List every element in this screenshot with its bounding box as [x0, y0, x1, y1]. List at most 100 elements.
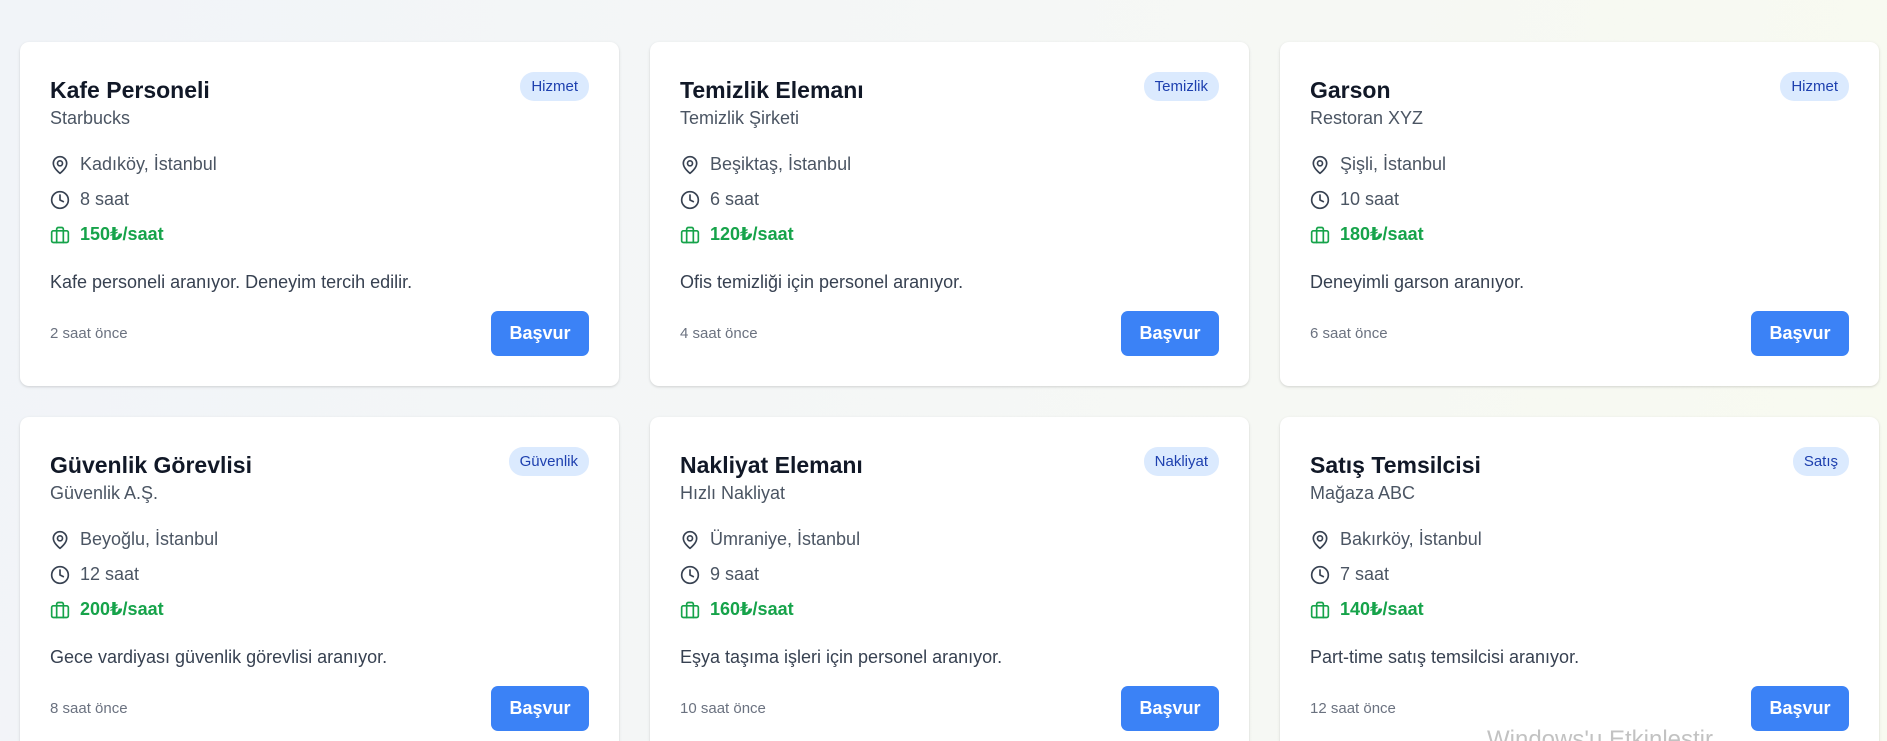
wage-text: 150₺/saat: [80, 224, 164, 244]
hours-text: 7 saat: [1340, 564, 1390, 584]
card-footer: 6 saat önce Başvur: [1310, 311, 1849, 356]
map-pin-icon: [1310, 530, 1330, 550]
wage-row: 140₺/saat: [1310, 592, 1849, 627]
briefcase-icon: [1310, 600, 1330, 620]
posted-time: 8 saat önce: [50, 700, 128, 717]
location-row: Şişli, İstanbul: [1310, 147, 1849, 182]
wage-text: 180₺/saat: [1340, 224, 1424, 244]
location-row: Bakırköy, İstanbul: [1310, 522, 1849, 557]
company-name: Hızlı Nakliyat: [680, 483, 786, 503]
card-footer: 2 saat önce Başvur: [50, 311, 589, 356]
job-card-grid: Hizmet Kafe Personeli Starbucks Kadıköy,…: [20, 42, 1882, 741]
wage-row: 150₺/saat: [50, 217, 589, 252]
job-description: Gece vardiyası güvenlik görevlisi aranıy…: [50, 647, 388, 667]
location-row: Beşiktaş, İstanbul: [680, 147, 1219, 182]
wage-text: 120₺/saat: [710, 224, 794, 244]
job-card: Hizmet Kafe Personeli Starbucks Kadıköy,…: [20, 42, 619, 386]
posted-time: 4 saat önce: [680, 325, 758, 342]
map-pin-icon: [680, 155, 700, 175]
hours-row: 7 saat: [1310, 557, 1849, 592]
card-footer: 12 saat önce Başvur: [1310, 686, 1849, 731]
job-title: Temizlik Elemanı: [680, 77, 864, 103]
job-meta: Bakırköy, İstanbul 7 saat 140₺/saat: [1310, 522, 1849, 627]
job-meta: Kadıköy, İstanbul 8 saat 150₺/saat: [50, 147, 589, 252]
category-badge: Hizmet: [520, 72, 589, 101]
clock-icon: [50, 190, 70, 210]
posted-time: 2 saat önce: [50, 325, 128, 342]
category-badge: Nakliyat: [1143, 447, 1219, 476]
job-description: Deneyimli garson aranıyor.: [1310, 272, 1525, 292]
job-title: Nakliyat Elemanı: [680, 452, 863, 478]
company-name: Temizlik Şirketi: [680, 108, 800, 128]
os-activation-watermark: Windows'u Etkinleştir: [1487, 726, 1713, 741]
apply-button[interactable]: Başvur: [1751, 686, 1849, 731]
job-description: Kafe personeli aranıyor. Deneyim tercih …: [50, 272, 413, 292]
wage-row: 180₺/saat: [1310, 217, 1849, 252]
apply-button[interactable]: Başvur: [1121, 686, 1219, 731]
clock-icon: [1310, 565, 1330, 585]
apply-button[interactable]: Başvur: [491, 686, 589, 731]
job-card: Güvenlik Güvenlik Görevlisi Güvenlik A.Ş…: [20, 417, 619, 741]
category-badge: Satış: [1792, 447, 1849, 476]
category-badge: Temizlik: [1143, 72, 1219, 101]
job-card: Temizlik Temizlik Elemanı Temizlik Şirke…: [650, 42, 1249, 386]
clock-icon: [680, 190, 700, 210]
company-name: Restoran XYZ: [1310, 108, 1424, 128]
map-pin-icon: [680, 530, 700, 550]
clock-icon: [680, 565, 700, 585]
briefcase-icon: [1310, 225, 1330, 245]
briefcase-icon: [680, 600, 700, 620]
card-footer: 10 saat önce Başvur: [680, 686, 1219, 731]
apply-button[interactable]: Başvur: [1751, 311, 1849, 356]
job-title: Güvenlik Görevlisi: [50, 452, 252, 478]
company-name: Güvenlik A.Ş.: [50, 483, 159, 503]
job-card: Satış Satış Temsilcisi Mağaza ABC Bakırk…: [1280, 417, 1879, 741]
hours-row: 6 saat: [680, 182, 1219, 217]
wage-row: 200₺/saat: [50, 592, 589, 627]
briefcase-icon: [680, 225, 700, 245]
hours-text: 8 saat: [80, 189, 130, 209]
job-title: Satış Temsilcisi: [1310, 452, 1481, 478]
wage-text: 140₺/saat: [1340, 599, 1424, 619]
hours-text: 10 saat: [1340, 189, 1400, 209]
location-row: Ümraniye, İstanbul: [680, 522, 1219, 557]
briefcase-icon: [50, 600, 70, 620]
hours-text: 6 saat: [710, 189, 760, 209]
card-footer: 8 saat önce Başvur: [50, 686, 589, 731]
job-meta: Beşiktaş, İstanbul 6 saat 120₺/saat: [680, 147, 1219, 252]
location-text: Ümraniye, İstanbul: [710, 529, 861, 549]
company-name: Mağaza ABC: [1310, 483, 1416, 503]
posted-time: 12 saat önce: [1310, 700, 1396, 717]
apply-button[interactable]: Başvur: [491, 311, 589, 356]
location-row: Kadıköy, İstanbul: [50, 147, 589, 182]
wage-row: 120₺/saat: [680, 217, 1219, 252]
clock-icon: [1310, 190, 1330, 210]
job-card: Nakliyat Nakliyat Elemanı Hızlı Nakliyat…: [650, 417, 1249, 741]
job-description: Ofis temizliği için personel aranıyor.: [680, 272, 964, 292]
job-meta: Ümraniye, İstanbul 9 saat 160₺/saat: [680, 522, 1219, 627]
hours-text: 12 saat: [80, 564, 140, 584]
category-badge: Hizmet: [1780, 72, 1849, 101]
location-text: Şişli, İstanbul: [1340, 154, 1447, 174]
job-title: Garson: [1310, 77, 1391, 103]
wage-text: 160₺/saat: [710, 599, 794, 619]
location-row: Beyoğlu, İstanbul: [50, 522, 589, 557]
job-title: Kafe Personeli: [50, 77, 210, 103]
hours-row: 10 saat: [1310, 182, 1849, 217]
hours-text: 9 saat: [710, 564, 760, 584]
category-badge: Güvenlik: [508, 447, 589, 476]
job-description: Part-time satış temsilcisi aranıyor.: [1310, 647, 1580, 667]
briefcase-icon: [50, 225, 70, 245]
location-text: Beyoğlu, İstanbul: [80, 529, 219, 549]
wage-text: 200₺/saat: [80, 599, 164, 619]
location-text: Beşiktaş, İstanbul: [710, 154, 852, 174]
location-text: Kadıköy, İstanbul: [80, 154, 217, 174]
map-pin-icon: [1310, 155, 1330, 175]
hours-row: 8 saat: [50, 182, 589, 217]
apply-button[interactable]: Başvur: [1121, 311, 1219, 356]
wage-row: 160₺/saat: [680, 592, 1219, 627]
location-text: Bakırköy, İstanbul: [1340, 529, 1482, 549]
job-description: Eşya taşıma işleri için personel aranıyo…: [680, 647, 1003, 667]
job-meta: Beyoğlu, İstanbul 12 saat 200₺/saat: [50, 522, 589, 627]
posted-time: 6 saat önce: [1310, 325, 1388, 342]
